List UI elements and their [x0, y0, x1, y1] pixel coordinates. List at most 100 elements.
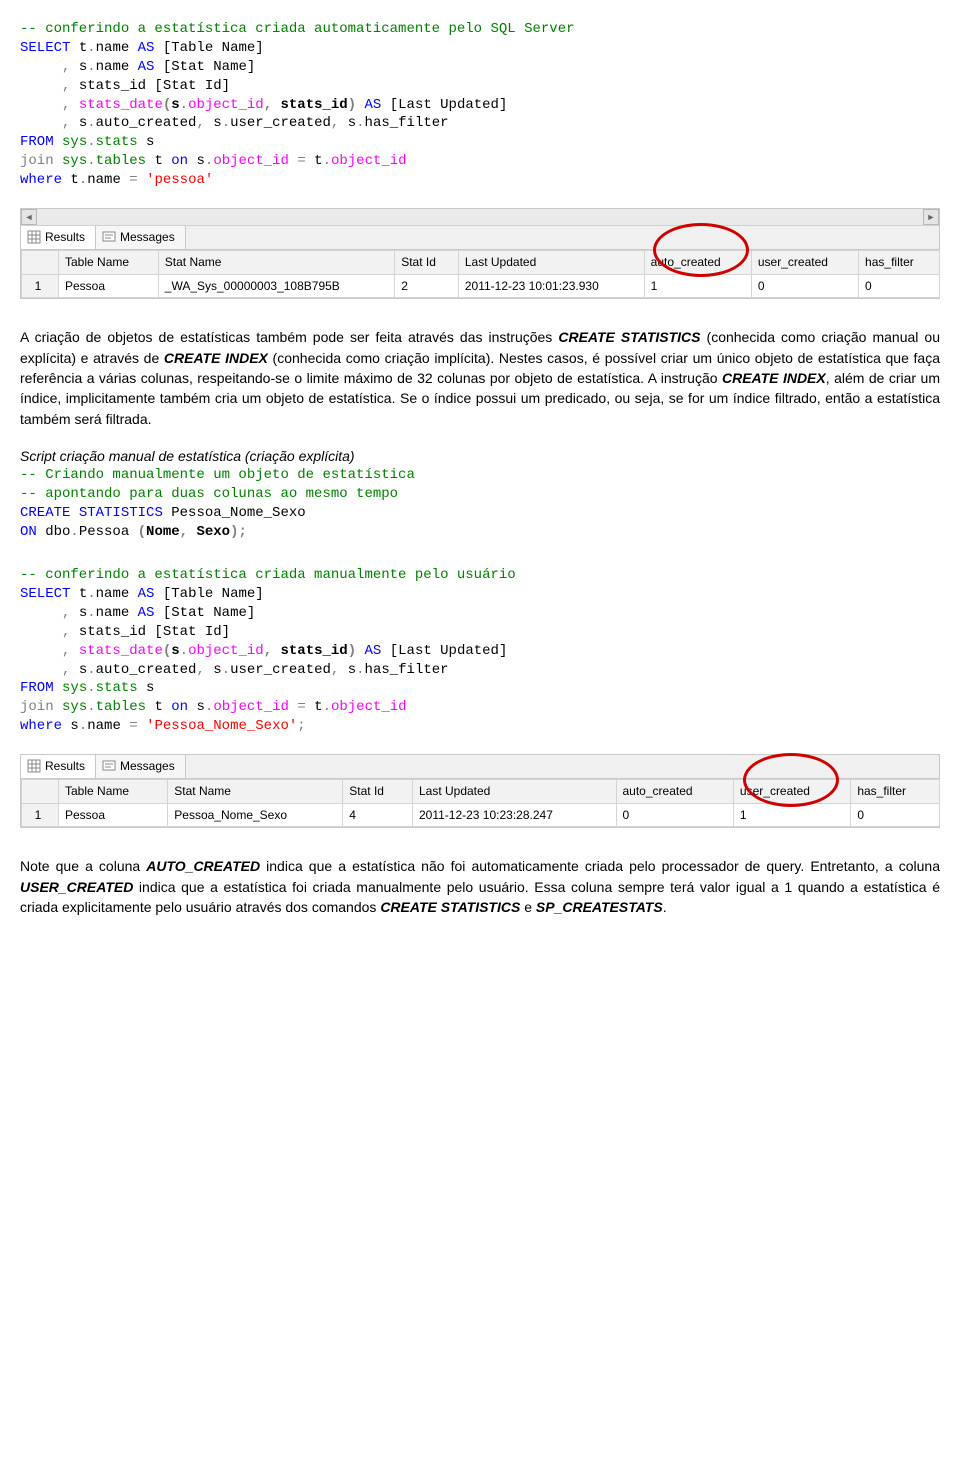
cell[interactable]: 4 [343, 803, 413, 827]
str: 'pessoa' [146, 172, 213, 188]
cell[interactable]: 2011-12-23 10:23:28.247 [412, 803, 616, 827]
col-header[interactable]: Stat Id [343, 779, 413, 803]
tok: , [264, 643, 272, 659]
tok: . [87, 40, 95, 56]
scroll-left-icon[interactable]: ◄ [21, 209, 37, 225]
tok: , [196, 115, 204, 131]
tok: = [129, 172, 137, 188]
cell[interactable]: 0 [851, 803, 940, 827]
tok: . [70, 524, 78, 540]
tok: s [70, 605, 87, 621]
sys: sys [62, 699, 87, 715]
func: object_id [213, 153, 289, 169]
cell[interactable]: 1 [644, 274, 751, 298]
tok: s [339, 115, 356, 131]
results-tabbar: Results Messages [21, 755, 939, 779]
tok [20, 78, 62, 94]
col-header[interactable]: has_filter [851, 779, 940, 803]
tab-results[interactable]: Results [21, 226, 96, 249]
tab-results[interactable]: Results [21, 755, 96, 778]
kw: where [20, 172, 62, 188]
func: object_id [331, 699, 407, 715]
message-icon [102, 230, 116, 244]
kw: on [171, 153, 188, 169]
tok: s [188, 699, 205, 715]
cell[interactable]: 1 [733, 803, 850, 827]
col-header[interactable]: Stat Name [168, 779, 343, 803]
text: Note que a coluna [20, 858, 146, 874]
script-subtitle: Script criação manual de estatística (cr… [20, 447, 940, 467]
tok [70, 643, 78, 659]
col-header[interactable]: has_filter [859, 250, 940, 274]
tok: [Stat Name] [154, 605, 255, 621]
tok [20, 624, 62, 640]
cell[interactable]: 0 [616, 803, 733, 827]
cell[interactable]: Pessoa [59, 803, 168, 827]
tok [20, 605, 62, 621]
col-header[interactable]: auto_created [644, 250, 751, 274]
horizontal-scrollbar[interactable]: ◄ ► [21, 209, 939, 226]
tok: , [264, 97, 272, 113]
table-row[interactable]: 1 Pessoa Pessoa_Nome_Sexo 4 2011-12-23 1… [22, 803, 940, 827]
tok: ); [230, 524, 247, 540]
cell[interactable]: Pessoa [59, 274, 159, 298]
tok [20, 115, 62, 131]
col-header[interactable]: Table Name [59, 250, 159, 274]
col-header[interactable]: Stat Name [158, 250, 394, 274]
col-header[interactable]: user_created [733, 779, 850, 803]
tok: auto_created [96, 662, 197, 678]
tok [70, 97, 78, 113]
tok: s [70, 59, 87, 75]
kw: ON [20, 524, 37, 540]
sys: sys [62, 153, 87, 169]
tok: stats_id [272, 97, 348, 113]
term-create-index: CREATE INDEX [164, 350, 268, 366]
tok: s [138, 680, 155, 696]
tok: has_filter [365, 115, 449, 131]
sql-code-block-3: -- conferindo a estatística criada manua… [20, 566, 940, 736]
tok: . [323, 153, 331, 169]
tok: ) [348, 97, 356, 113]
col-header[interactable]: user_created [751, 250, 858, 274]
cell[interactable]: 0 [751, 274, 858, 298]
tok: s [188, 153, 205, 169]
col-header[interactable]: Last Updated [412, 779, 616, 803]
tok: name [96, 605, 138, 621]
message-icon [102, 759, 116, 773]
code-comment: -- conferindo a estatística criada manua… [20, 567, 516, 583]
grid-icon [27, 230, 41, 244]
body-paragraph-1: A criação de objetos de estatísticas tam… [20, 327, 940, 428]
tok: has_filter [365, 662, 449, 678]
cell[interactable]: 2011-12-23 10:01:23.930 [458, 274, 644, 298]
cell[interactable]: _WA_Sys_00000003_108B795B [158, 274, 394, 298]
tok [356, 97, 364, 113]
sys: tables [96, 699, 146, 715]
cell[interactable]: 0 [859, 274, 940, 298]
tab-messages-label: Messages [120, 758, 175, 775]
tok: t [306, 699, 323, 715]
cell[interactable]: Pessoa_Nome_Sexo [168, 803, 343, 827]
tok: = [297, 153, 305, 169]
row-number: 1 [22, 274, 59, 298]
tok: [Last Updated] [381, 97, 507, 113]
tok: join [20, 153, 54, 169]
tok [20, 97, 62, 113]
results-tabbar: Results Messages [21, 226, 939, 250]
scroll-right-icon[interactable]: ► [923, 209, 939, 225]
col-header[interactable]: Table Name [59, 779, 168, 803]
tab-messages[interactable]: Messages [96, 755, 186, 778]
tok [54, 699, 62, 715]
sql-code-block-2: -- Criando manualmente um objeto de esta… [20, 466, 940, 542]
sys: stats [96, 680, 138, 696]
tok: , [180, 524, 188, 540]
table-row[interactable]: 1 Pessoa _WA_Sys_00000003_108B795B 2 201… [22, 274, 940, 298]
col-header[interactable]: auto_created [616, 779, 733, 803]
tab-messages[interactable]: Messages [96, 226, 186, 249]
col-header[interactable]: Last Updated [458, 250, 644, 274]
cell[interactable]: 2 [395, 274, 459, 298]
func: object_id [188, 97, 264, 113]
tok [54, 134, 62, 150]
tok [54, 153, 62, 169]
func: object_id [213, 699, 289, 715]
col-header[interactable]: Stat Id [395, 250, 459, 274]
